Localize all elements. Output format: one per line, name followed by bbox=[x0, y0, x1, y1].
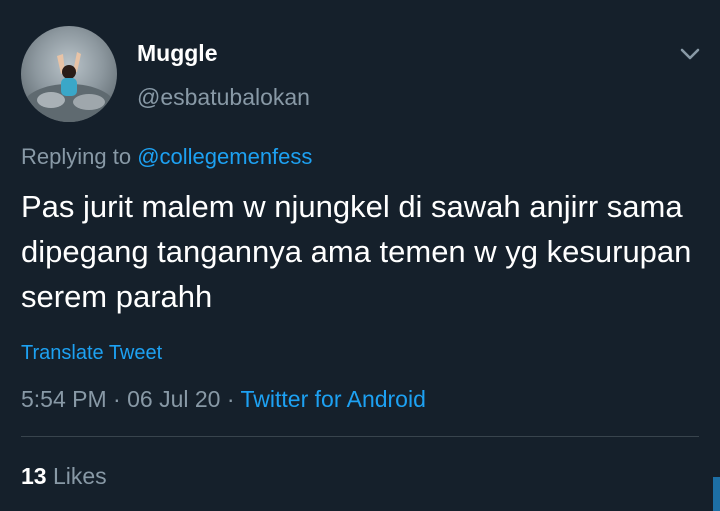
replying-to-line: Replying to @collegemenfess bbox=[21, 144, 312, 170]
meta-separator: · bbox=[226, 386, 235, 412]
tweet-meta: 5:54 PM · 06 Jul 20 · Twitter for Androi… bbox=[21, 386, 426, 413]
tweet-text: Pas jurit malem w njungkel di sawah anji… bbox=[21, 189, 692, 314]
meta-separator: · bbox=[113, 386, 121, 412]
tweet-date: 06 Jul 20 bbox=[127, 386, 221, 412]
tweet-time: 5:54 PM bbox=[21, 386, 107, 412]
likes-count: 13 bbox=[21, 463, 47, 489]
replying-to-mention[interactable]: @collegemenfess bbox=[137, 144, 312, 169]
translate-tweet-link[interactable]: Translate Tweet bbox=[21, 342, 162, 365]
avatar[interactable] bbox=[21, 26, 117, 122]
scrollbar-thumb[interactable] bbox=[713, 477, 720, 511]
likes-label: Likes bbox=[52, 463, 107, 489]
replying-to-prefix: Replying to bbox=[21, 144, 132, 169]
profile-photo-icon bbox=[23, 52, 115, 122]
author-handle[interactable]: @esbatubalokan bbox=[137, 84, 310, 111]
tweet-source-link[interactable]: Twitter for Android bbox=[241, 386, 426, 412]
likes-stat[interactable]: 13 Likes bbox=[21, 463, 107, 490]
author-display-name[interactable]: Muggle bbox=[137, 40, 218, 67]
chevron-down-icon[interactable] bbox=[676, 40, 704, 68]
divider bbox=[21, 436, 699, 437]
